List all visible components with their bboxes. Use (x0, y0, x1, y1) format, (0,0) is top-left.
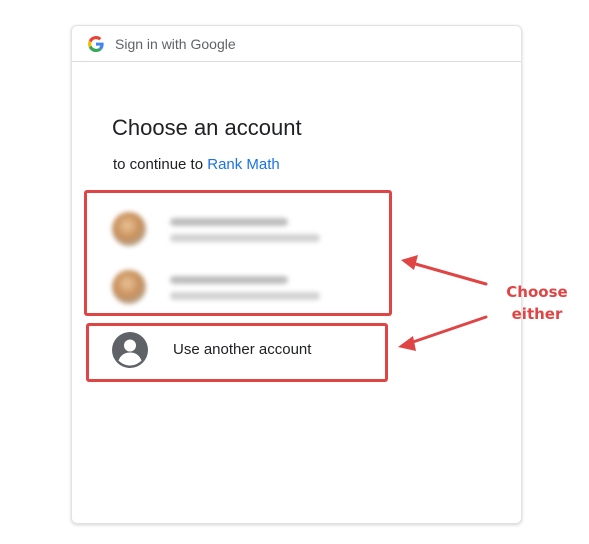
header-title: Sign in with Google (115, 35, 236, 52)
annotation-line-1: Choose (506, 283, 568, 301)
subtitle: to continue to Rank Math (113, 156, 280, 173)
annotation-line-2: either (511, 305, 563, 323)
annotation-box-use-another (86, 323, 388, 382)
annotation-label: Choose either (492, 281, 582, 325)
annotation-box-accounts (84, 190, 392, 316)
screenshot-stage: Sign in with Google Choose an account to… (0, 0, 589, 544)
google-g-icon (88, 35, 104, 52)
subtitle-prefix: to continue to (113, 156, 208, 173)
card-header: Sign in with Google (72, 26, 521, 62)
app-link[interactable]: Rank Math (207, 156, 280, 173)
page-title: Choose an account (112, 115, 302, 140)
